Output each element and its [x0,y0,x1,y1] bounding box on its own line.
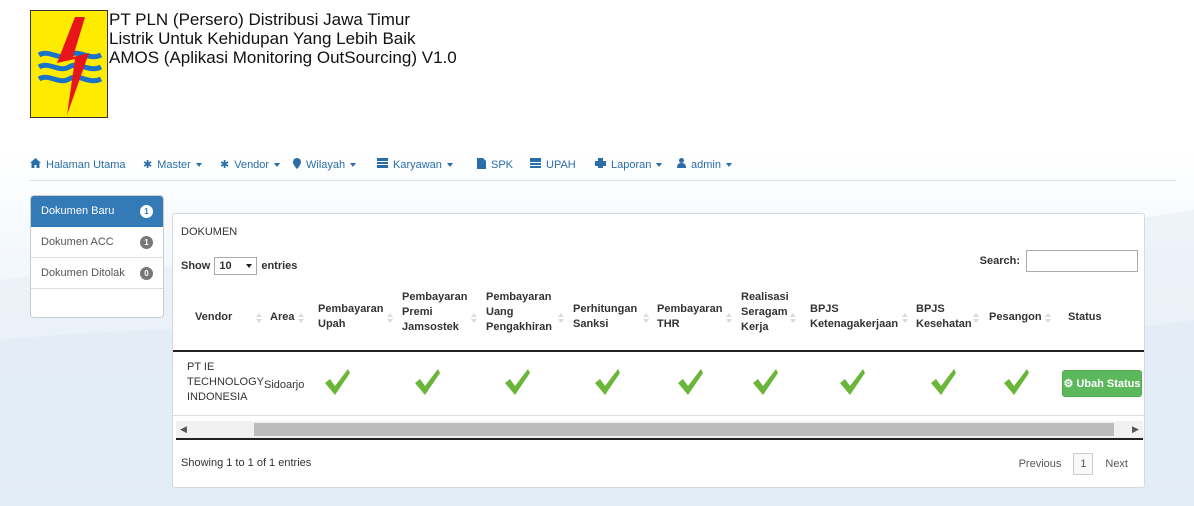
scroll-right-icon[interactable]: ▶ [1128,421,1143,438]
sidebar-item-dokumen-acc[interactable]: Dokumen ACC 1 [31,227,163,258]
th-area[interactable]: Area [270,310,294,325]
check-icon [676,368,704,396]
tagline: Listrik Untuk Kehidupan Yang Lebih Baik [109,29,416,48]
table-bottom-border [176,438,1143,440]
sidebar-item-dokumen-ditolak[interactable]: Dokumen Ditolak 0 [31,258,163,289]
check-icon [503,368,531,396]
th-realisasi-seragam[interactable]: Realisasi Seragam Kerja [741,290,789,335]
app-name: AMOS (Aplikasi Monitoring OutSourcing) V… [109,48,457,67]
dropdown-arrow-icon [246,264,253,268]
count-badge: 1 [140,204,153,218]
next-page-button[interactable]: Next [1097,458,1136,470]
tasks-icon [377,158,388,171]
table-header: Vendor Area Pembayaran Upah Pembayaran P… [173,286,1144,352]
sort-icon [973,310,979,325]
print-icon [595,158,606,171]
map-marker-icon [293,158,301,172]
scroll-left-icon[interactable]: ◀ [176,421,191,438]
sort-icon [256,310,262,325]
sort-icon [1045,310,1051,325]
check-icon [413,368,441,396]
nav-master[interactable]: ✱ Master [143,158,202,171]
nav-karyawan[interactable]: Karyawan [377,158,453,171]
caret-down-icon [446,162,453,167]
th-uang-pengakhiran[interactable]: Pembayaran Uang Pengakhiran [486,290,552,335]
th-bpjs-ketenagakerjaan[interactable]: BPJS Ketenagakerjaan [810,302,898,332]
nav-wilayah[interactable]: Wilayah [293,158,357,172]
sort-icon [558,310,564,325]
user-icon [677,158,686,171]
cell-vendor: PT IE TECHNOLOGY INDONESIA [187,361,265,403]
nav-admin[interactable]: admin [677,158,732,171]
sort-icon [298,310,304,325]
pln-logo [30,10,108,118]
page-1-button[interactable]: 1 [1073,453,1094,475]
ubah-status-button[interactable]: ⚙ Ubah Status [1062,370,1142,397]
th-pembayaran-thr[interactable]: Pembayaran THR [657,302,722,332]
th-premi-jamsostek[interactable]: Pembayaran Premi Jamsostek [402,290,467,335]
count-badge: 0 [140,266,153,280]
nav-home[interactable]: Halaman Utama [30,158,125,171]
table-row: PT IE TECHNOLOGY INDONESIA Sidoarjo ⚙ Ub… [173,354,1144,416]
cog-icon: ⚙ [1063,378,1074,390]
caret-down-icon [274,162,281,167]
scrollbar-thumb[interactable] [254,423,1114,436]
pagination: Previous 1 Next [1011,453,1136,475]
asterisk-icon: ✱ [220,159,230,171]
list-icon [530,158,541,171]
document-sidebar: Dokumen Baru 1 Dokumen ACC 1 Dokumen Dit… [30,195,164,318]
caret-down-icon [195,162,202,167]
asterisk-icon: ✱ [143,159,153,171]
count-badge: 1 [140,235,153,249]
cell-area: Sidoarjo [264,379,305,391]
caret-down-icon [350,163,357,167]
horizontal-scrollbar[interactable]: ◀ ▶ [176,421,1143,438]
th-status[interactable]: Status [1068,310,1102,325]
check-icon [323,368,351,396]
previous-page-button[interactable]: Previous [1011,458,1070,470]
company-name: PT PLN (Persero) Distribusi Jawa Timur [109,10,411,29]
file-icon [477,158,486,172]
panel-title: DOKUMEN [181,226,238,238]
search-control: Search: [980,250,1138,272]
th-bpjs-kesehatan[interactable]: BPJS Kesehatan [916,302,972,332]
check-icon [929,368,957,396]
th-vendor[interactable]: Vendor [195,310,232,325]
nav-laporan[interactable]: Laporan [595,158,663,171]
documents-panel: DOKUMEN Show 10 entries Search: Vendor A… [172,213,1145,488]
entries-select[interactable]: 10 [214,257,258,275]
caret-down-icon [656,162,663,167]
sort-icon [471,310,477,325]
sort-icon [790,310,796,325]
check-icon [1002,368,1030,396]
sort-icon [902,310,908,325]
header-text: PT PLN (Persero) Distribusi Jawa Timur L… [109,10,709,67]
check-icon [751,368,779,396]
main-navbar: Halaman Utama ✱ Master ✱ Vendor Wilayah … [30,150,1176,181]
caret-down-icon [725,162,732,167]
check-icon [838,368,866,396]
nav-spk[interactable]: SPK [477,158,513,172]
nav-upah[interactable]: UPAH [530,158,576,171]
sort-icon [726,310,732,325]
home-icon [30,158,41,171]
entries-length-control: Show 10 entries [181,257,297,275]
th-pembayaran-upah[interactable]: Pembayaran Upah [318,302,383,332]
nav-vendor[interactable]: ✱ Vendor [220,158,281,171]
th-perhitungan-sanksi[interactable]: Perhitungan Sanksi [573,302,637,332]
th-pesangon[interactable]: Pesangon [989,310,1042,325]
sort-icon [643,310,649,325]
sidebar-item-dokumen-baru[interactable]: Dokumen Baru 1 [31,196,163,227]
search-input[interactable] [1026,250,1138,272]
table-info: Showing 1 to 1 of 1 entries [181,457,312,469]
check-icon [593,368,621,396]
sort-icon [387,310,393,325]
